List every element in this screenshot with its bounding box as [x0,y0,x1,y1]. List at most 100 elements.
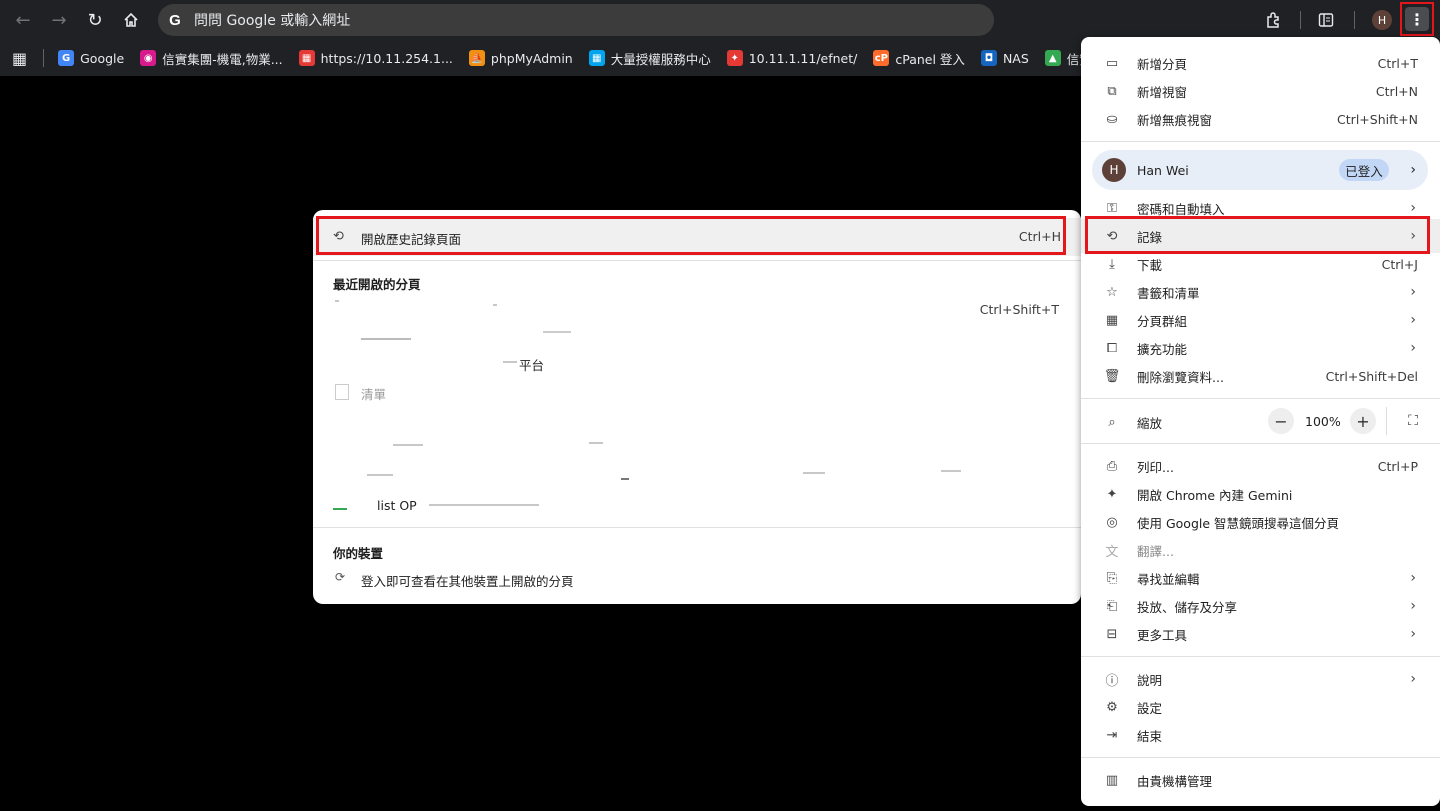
new-tab-icon: ▭ [1105,55,1119,71]
bookmark-item[interactable]: ⛵ phpMyAdmin [468,50,573,66]
menu-item-cast-save-share[interactable]: ⎗ 投放、儲存及分享 › [1081,592,1440,620]
key-icon: ⚿ [1107,200,1117,216]
menu-divider [1081,398,1440,399]
bookmark-item[interactable]: ◘ NAS [980,50,1029,66]
bookmark-item[interactable]: cP cPanel 登入 [873,49,965,68]
bookmark-favicon-icon: ✦ [726,50,743,66]
bookmark-label: 10.11.1.11/efnet/ [748,50,858,66]
bookmark-item[interactable]: ✦ 10.11.1.11/efnet/ [726,50,858,66]
avatar: H [1372,10,1392,30]
bookmark-favicon-icon: ⛵ [468,50,485,66]
extensions-button[interactable] [1262,8,1286,32]
bookmark-label: 信實集團-機電,物業... [162,51,283,67]
browser-toolbar: ← → ↻ G 問問 Google 或輸入網址 H ⋮ [0,0,1440,40]
menu-item-label: 新增視窗 [1137,84,1188,100]
home-button[interactable] [117,6,145,34]
forward-button[interactable]: → [45,6,73,34]
menu-item-settings[interactable]: ⚙ 設定 [1081,693,1440,721]
more-vertical-icon: ⋮ [1405,7,1429,31]
bookmark-label: NAS [1002,50,1029,66]
avatar: H [1102,158,1126,182]
redacted-text [503,361,517,363]
find-page-icon: ⎘ [1106,570,1118,586]
menu-item-more-tools[interactable]: ⊟ 更多工具 › [1081,620,1440,648]
profile-button[interactable]: H [1370,8,1394,32]
menu-item-shortcut: Ctrl+P [1377,458,1418,474]
zoom-in-button[interactable]: + [1350,408,1376,434]
recent-tab-fragment: list OP [377,498,417,513]
menu-item-google-lens[interactable]: ◎ 使用 Google 智慧鏡頭搜尋這個分頁 [1081,508,1440,536]
sync-icon: ⟳ [335,570,346,584]
recent-tab-item[interactable] [333,298,1033,318]
menu-item-label: 翻譯... [1137,543,1174,559]
menu-item-extensions[interactable]: ⧠ 擴充功能 › [1081,334,1440,362]
bookmark-label: cPanel 登入 [895,51,965,67]
recent-tab-item[interactable]: 平台 [333,355,1033,375]
menu-item-label: 縮放 [1137,415,1163,431]
menu-divider [1081,141,1440,142]
chevron-right-icon: › [1410,162,1416,178]
chevron-right-icon: › [1410,570,1416,586]
menu-item-label: 新增無痕視窗 [1137,112,1213,128]
sign-in-hint: 登入即可查看在其他裝置上開啟的分頁 [361,574,574,589]
menu-item-managed[interactable]: ▥ 由貴機構管理 [1081,766,1440,794]
bookmark-item[interactable]: ▦ https://10.11.254.1... [298,50,453,66]
bookmark-label: 大量授權服務中心 [610,51,711,67]
menu-item-tab-groups[interactable]: ▦ 分頁群組 › [1081,306,1440,334]
toolbox-icon: ⊟ [1106,626,1118,642]
menu-item-label: 擴充功能 [1137,341,1188,357]
menu-item-exit[interactable]: ⇥ 結束 [1081,721,1440,749]
reload-icon: ↻ [87,9,103,31]
menu-item-translate[interactable]: 文 翻譯... [1081,536,1440,564]
bookmark-item[interactable]: G Google [58,50,124,66]
bookmark-label: Google [80,50,125,66]
recent-tab-item[interactable] [333,466,1033,486]
back-button[interactable]: ← [9,6,37,34]
signed-in-badge: 已登入 [1339,159,1389,181]
redacted-text [493,304,497,306]
recent-tab-item[interactable]: list OP [333,496,1033,516]
bookmark-item[interactable]: ◉ 信實集團-機電,物業... [140,49,283,68]
reading-list-button[interactable] [1314,8,1338,32]
chevron-right-icon: › [1410,671,1416,687]
menu-item-shortcut: Ctrl+T [1377,55,1418,71]
bookmark-label: https://10.11.254.1... [320,50,453,66]
menu-item-downloads[interactable]: ⤓ 下載 Ctrl+J [1081,250,1440,278]
reload-button[interactable]: ↻ [81,6,109,34]
history-submenu: ⟲ 開啟歷史記錄頁面 Ctrl+H 最近開啟的分頁 Ctrl+Shift+T 平… [313,210,1081,604]
sign-in-devices-row[interactable]: ⟳ 登入即可查看在其他裝置上開啟的分頁 [313,565,1081,591]
chrome-menu-button[interactable]: ⋮ [1400,2,1434,36]
menu-item-new-tab[interactable]: ▭ 新增分頁 Ctrl+T [1081,49,1440,77]
annotation-highlight-open-history [316,216,1066,255]
zoom-out-button[interactable]: − [1268,408,1294,434]
menu-item-shortcut: Ctrl+Shift+N [1337,111,1418,127]
recent-tab-item[interactable]: 清單 [333,382,1033,402]
recent-tab-item[interactable] [333,438,1033,458]
recent-tab-item[interactable] [333,328,1033,348]
profile-row[interactable]: H Han Wei 已登入 › [1092,150,1428,190]
menu-item-find-edit[interactable]: ⎘ 尋找並編輯 › [1081,564,1440,592]
menu-item-new-window[interactable]: ⧉ 新增視窗 Ctrl+N [1081,77,1440,105]
redacted-text [621,478,629,480]
fullscreen-button[interactable]: ⛶ [1400,408,1426,434]
gear-icon: ⚙ [1106,699,1118,715]
exit-icon: ⇥ [1106,727,1118,743]
download-icon: ⤓ [1109,256,1115,272]
menu-item-label: 設定 [1137,700,1163,716]
redacted-text [335,300,339,302]
menu-item-gemini[interactable]: ✦ 開啟 Chrome 內建 Gemini [1081,480,1440,508]
address-bar[interactable]: G 問問 Google 或輸入網址 [158,4,994,36]
bookmark-favicon-icon: ◘ [980,50,997,66]
menu-item-bookmarks[interactable]: ☆ 書籤和清單 › [1081,278,1440,306]
apps-grid-icon[interactable]: ▦ [12,49,27,68]
star-icon: ☆ [1106,284,1118,300]
lens-icon: ◎ [1106,514,1118,530]
annotation-highlight-history [1085,216,1430,254]
menu-item-help[interactable]: ⓘ 說明 › [1081,665,1440,693]
menu-item-print[interactable]: ⎙ 列印... Ctrl+P [1081,452,1440,480]
page-favicon [333,508,347,510]
bookmark-item[interactable]: ▦ 大量授權服務中心 [588,49,711,68]
toolbar-divider [1354,11,1355,29]
menu-item-incognito[interactable]: ⛀ 新增無痕視窗 Ctrl+Shift+N [1081,105,1440,133]
menu-item-clear-data[interactable]: 🗑 刪除瀏覽資料... Ctrl+Shift+Del [1081,362,1440,390]
